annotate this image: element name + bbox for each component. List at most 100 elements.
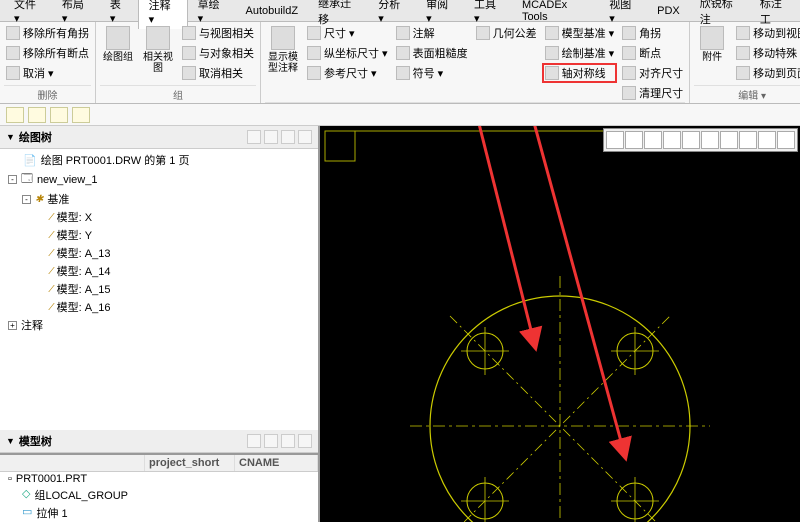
qat-icon[interactable]: [6, 107, 24, 123]
cmd-对齐尺寸[interactable]: 对齐尺寸: [620, 64, 685, 82]
canvas-tool-5[interactable]: [701, 131, 719, 149]
cmd-icon: [6, 66, 20, 80]
ribbon-group-组: 绘图组相关视图与视图相关与对象相关取消相关组: [96, 22, 261, 103]
cmd-相关视图[interactable]: 相关视图: [140, 24, 176, 76]
tree-axis[interactable]: ⁄模型: Y: [4, 226, 314, 244]
canvas-tool-8[interactable]: [758, 131, 776, 149]
ribbon-group-编辑 ▾: 附件移动到视图移动特殊移动到页面编辑 ▾: [690, 22, 800, 103]
menu-PDX[interactable]: PDX: [647, 2, 690, 20]
tree-tool-icon[interactable]: [247, 130, 261, 144]
ribbon-group-注释 ▾: 显示模型注释尺寸 ▾ 纵坐标尺寸 ▾ 参考尺寸 ▾ 注解表面粗糙度符号 ▾ 几何公差模型…: [261, 22, 690, 103]
cmd-icon: [622, 26, 636, 40]
cmd-显示模型注释[interactable]: 显示模型注释: [265, 24, 301, 76]
cmd-icon: [182, 46, 196, 60]
canvas-tool-1[interactable]: [625, 131, 643, 149]
tree-toggle[interactable]: -: [22, 195, 31, 204]
drawing-tree-title: 绘图树: [19, 129, 52, 145]
cmd-移动到视图[interactable]: 移动到视图: [734, 24, 800, 42]
model-tree-title: 模型树: [19, 433, 52, 449]
axis-icon: ⁄: [51, 284, 53, 295]
cmd-表面粗糙度[interactable]: 表面粗糙度: [394, 44, 470, 62]
cmd-附件[interactable]: 附件: [694, 24, 730, 65]
cmd-注解[interactable]: 注解: [394, 24, 470, 42]
qat-icon[interactable]: [28, 107, 46, 123]
filter-icon[interactable]: [281, 130, 295, 144]
cmd-移动特殊[interactable]: 移动特殊: [734, 44, 800, 62]
cmd-尺寸 ▾[interactable]: 尺寸 ▾: [305, 24, 390, 42]
menu-AutobuildZ[interactable]: AutobuildZ: [235, 2, 308, 20]
cmd-icon: [736, 66, 750, 80]
col-project: project_short: [145, 455, 235, 471]
cmd-角拐[interactable]: 角拐: [620, 24, 685, 42]
collapse-icon[interactable]: ▼: [6, 132, 15, 142]
canvas-tool-2[interactable]: [644, 131, 662, 149]
cmd-轴对称线[interactable]: 轴对称线: [543, 64, 617, 82]
cmd-icon: [396, 46, 410, 60]
cmd-模型基准 ▾[interactable]: 模型基准 ▾: [543, 24, 617, 42]
cmd-icon: [6, 46, 20, 60]
cmd-清理尺寸[interactable]: 清理尺寸: [620, 84, 685, 102]
cmd-取消相关[interactable]: 取消相关: [180, 64, 256, 82]
cmd-纵坐标尺寸 ▾[interactable]: 纵坐标尺寸 ▾: [305, 44, 390, 62]
tree-tool-icon[interactable]: [264, 130, 278, 144]
cmd-icon: [622, 66, 636, 80]
filter-icon[interactable]: [281, 434, 295, 448]
cmd-移除所有角拐[interactable]: 移除所有角拐: [4, 24, 91, 42]
canvas-tool-0[interactable]: [606, 131, 624, 149]
tree-axis[interactable]: ⁄模型: X: [4, 208, 314, 226]
col-cname: CNAME: [235, 455, 318, 471]
ribbon: 移除所有角拐移除所有断点取消 ▾删除绘图组相关视图与视图相关与对象相关取消相关组…: [0, 22, 800, 104]
cad-drawing: [320, 126, 800, 522]
tree-toggle[interactable]: -: [8, 175, 17, 184]
cmd-绘图组[interactable]: 绘图组: [100, 24, 136, 65]
canvas-tool-4[interactable]: [682, 131, 700, 149]
tree-axis[interactable]: ⁄模型: A_15: [4, 280, 314, 298]
group-label: 编辑 ▾: [694, 85, 800, 103]
cmd-符号 ▾[interactable]: 符号 ▾: [394, 64, 470, 82]
canvas-tool-7[interactable]: [739, 131, 757, 149]
cmd-几何公差[interactable]: 几何公差: [474, 24, 539, 42]
model-tree-header: ▼ 模型树: [0, 430, 318, 453]
col-name: [0, 455, 145, 471]
cmd-断点[interactable]: 断点: [620, 44, 685, 62]
tree-view[interactable]: -🗔new_view_1: [4, 169, 314, 190]
cmd-参考尺寸 ▾[interactable]: 参考尺寸 ▾: [305, 64, 390, 82]
view-icon: 🗔: [21, 170, 33, 189]
tree-toggle[interactable]: +: [8, 321, 17, 330]
tree-axis[interactable]: ⁄模型: A_14: [4, 262, 314, 280]
cmd-取消 ▾[interactable]: 取消 ▾: [4, 64, 91, 82]
model-row[interactable]: ▫PRT0001.PRT: [0, 472, 318, 486]
cmd-icon: [476, 26, 490, 40]
qat-icon[interactable]: [50, 107, 68, 123]
canvas-tool-3[interactable]: [663, 131, 681, 149]
cmd-移动到页面[interactable]: 移动到页面: [734, 64, 800, 82]
model-row[interactable]: ▭拉伸 1: [0, 504, 318, 522]
drawing-canvas[interactable]: [320, 126, 800, 522]
cmd-绘制基准 ▾[interactable]: 绘制基准 ▾: [543, 44, 617, 62]
tree-axis[interactable]: ⁄模型: A_16: [4, 298, 314, 316]
tree-drawing-root[interactable]: 📄绘图 PRT0001.DRW 的第 1 页: [4, 151, 314, 169]
tree-datum[interactable]: -✱基准: [4, 190, 314, 208]
model-row[interactable]: ◇组LOCAL_GROUP: [0, 486, 318, 504]
sheet-icon: 📄: [23, 154, 37, 167]
tree-tool-icon[interactable]: [264, 434, 278, 448]
cmd-icon: [396, 26, 410, 40]
ribbon-group-删除: 移除所有角拐移除所有断点取消 ▾删除: [0, 22, 96, 103]
cmd-移除所有断点[interactable]: 移除所有断点: [4, 44, 91, 62]
cmd-与对象相关[interactable]: 与对象相关: [180, 44, 256, 62]
cmd-icon: [622, 86, 636, 100]
settings-icon[interactable]: [298, 130, 312, 144]
cmd-icon: [736, 26, 750, 40]
collapse-icon[interactable]: ▼: [6, 436, 15, 446]
qat-icon[interactable]: [72, 107, 90, 123]
canvas-tool-6[interactable]: [720, 131, 738, 149]
tree-tool-icon[interactable]: [247, 434, 261, 448]
feature-icon: ▭: [22, 505, 32, 521]
tree-annotations[interactable]: +注释: [4, 316, 314, 334]
settings-icon[interactable]: [298, 434, 312, 448]
tree-axis[interactable]: ⁄模型: A_13: [4, 244, 314, 262]
drawing-tree-header: ▼ 绘图树: [0, 126, 318, 149]
cmd-icon: [307, 66, 321, 80]
canvas-tool-9[interactable]: [777, 131, 795, 149]
cmd-与视图相关[interactable]: 与视图相关: [180, 24, 256, 42]
